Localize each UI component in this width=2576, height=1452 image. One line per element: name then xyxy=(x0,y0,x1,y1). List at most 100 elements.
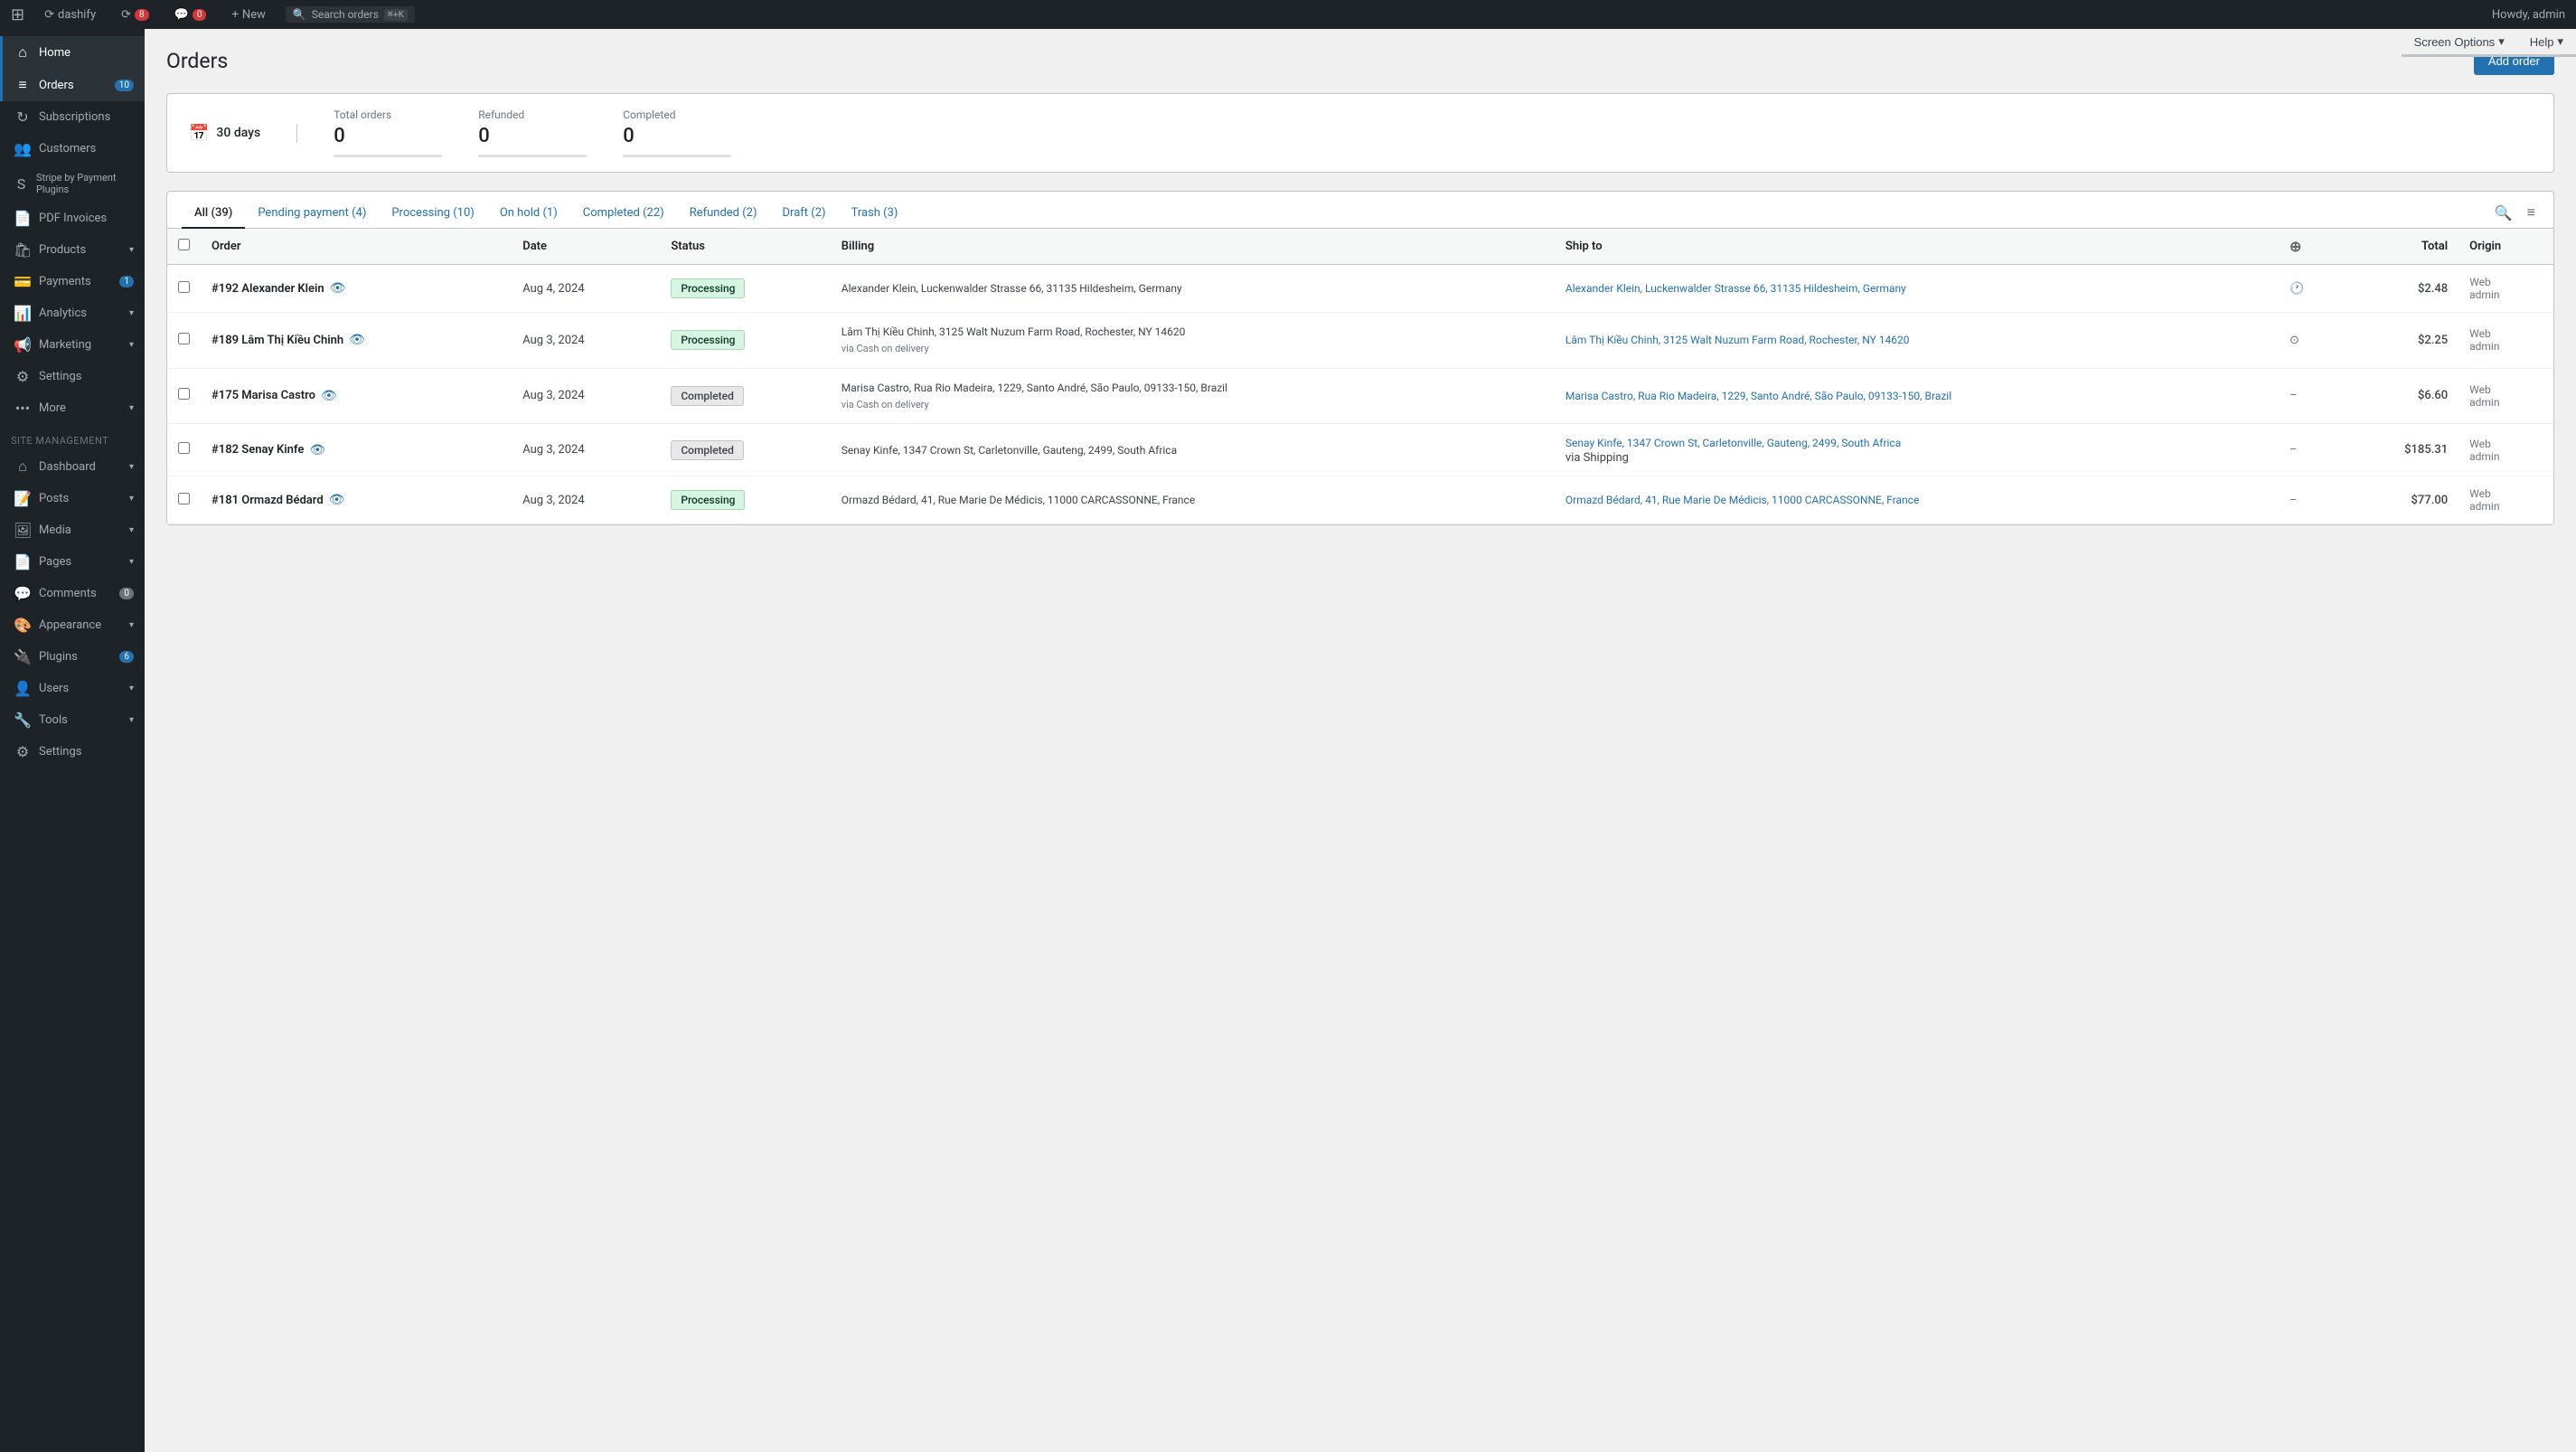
sidebar: ⌂ Home ≡ Orders 10 ↻ Subscriptions 👥 Cus… xyxy=(0,29,145,1452)
search-orders-bar[interactable]: 🔍 Search orders ⌘+K xyxy=(286,6,415,23)
new-content-link[interactable]: + New xyxy=(226,0,270,29)
ship-to-link[interactable]: Marisa Castro, Rua Rio Madeira, 1229, Sa… xyxy=(1565,388,2268,404)
users-arrow: ▾ xyxy=(129,684,134,693)
sidebar-item-comments[interactable]: 💬 Comments 0 xyxy=(0,578,145,609)
settings2-icon: ⚙ xyxy=(14,743,32,760)
sidebar-item-pages[interactable]: 📄 Pages ▾ xyxy=(0,546,145,578)
sidebar-item-analytics[interactable]: 📊 Analytics ▾ xyxy=(0,297,145,329)
tab-actions: 🔍 ≡ xyxy=(2491,201,2539,226)
billing-cell: Lâm Thị Kiều Chinh, 3125 Walt Nuzum Farm… xyxy=(831,313,1555,369)
comments-icon: 💬 xyxy=(174,8,189,22)
date-col-header: Date xyxy=(512,229,660,265)
row-checkbox[interactable] xyxy=(178,333,190,344)
calendar-icon: 📅 xyxy=(189,124,209,143)
view-order-icon: 👁 xyxy=(330,281,346,296)
order-link[interactable]: #182 Senay Kinfe 👁 xyxy=(212,443,501,457)
sidebar-item-subscriptions[interactable]: ↻ Subscriptions xyxy=(0,101,145,133)
subscriptions-icon: ↻ xyxy=(14,108,32,126)
sidebar-item-users[interactable]: 👤 Users ▾ xyxy=(0,673,145,704)
sidebar-item-stripe[interactable]: S Stripe by Payment Plugins xyxy=(0,165,145,203)
dash-icon: – xyxy=(2289,494,2298,507)
comments-link[interactable]: 💬 0 xyxy=(169,0,212,29)
site-name-link[interactable]: ⟳ dashify xyxy=(39,0,101,29)
ship-to-link[interactable]: Lâm Thị Kiều Chinh, 3125 Walt Nuzum Farm… xyxy=(1565,332,2268,348)
sidebar-item-settings[interactable]: ⚙ Settings xyxy=(0,361,145,392)
row-checkbox[interactable] xyxy=(178,493,190,504)
ship-to-link[interactable]: Alexander Klein, Luckenwalder Strasse 66… xyxy=(1565,280,2268,297)
products-icon: 🛍 xyxy=(14,241,32,259)
order-link[interactable]: #175 Marisa Castro 👁 xyxy=(212,389,501,403)
tools-arrow: ▾ xyxy=(129,715,134,725)
sidebar-item-pdf-invoices[interactable]: 📄 PDF Invoices xyxy=(0,203,145,234)
more-arrow: ▾ xyxy=(129,403,134,413)
row-checkbox[interactable] xyxy=(178,388,190,400)
ship-to-link[interactable]: Senay Kinfe, 1347 Crown St, Carletonvill… xyxy=(1565,435,2268,451)
shipto-cell: Lâm Thị Kiều Chinh, 3125 Walt Nuzum Farm… xyxy=(1555,313,2279,369)
filter-options-button[interactable]: ≡ xyxy=(2524,201,2539,226)
sidebar-item-more[interactable]: ••• More ▾ xyxy=(0,392,145,424)
plugins-icon: 🔌 xyxy=(14,648,32,665)
origin-cell: Web admin xyxy=(2458,368,2553,424)
order-col-header: Order xyxy=(201,229,512,265)
sidebar-item-media[interactable]: 🖼 Media ▾ xyxy=(0,514,145,546)
ship-to-link[interactable]: Ormazd Bédard, 41, Rue Marie De Médicis,… xyxy=(1565,492,2268,508)
sidebar-item-dashboard[interactable]: ⌂ Dashboard ▾ xyxy=(0,450,145,483)
tab-processing[interactable]: Processing (10) xyxy=(379,199,486,229)
row-checkbox-cell xyxy=(167,265,201,313)
date-range[interactable]: 📅 30 days xyxy=(189,124,297,143)
help-button[interactable]: Help ▾ xyxy=(2517,29,2576,57)
updates-icon: ⟳ xyxy=(121,8,131,22)
sidebar-item-products[interactable]: 🛍 Products ▾ xyxy=(0,234,145,266)
chevron-down-icon: ▾ xyxy=(2557,34,2563,49)
tab-all[interactable]: All (39) xyxy=(182,199,245,229)
column-settings-icon[interactable]: ⊕ xyxy=(2289,238,2301,255)
pages-icon: 📄 xyxy=(14,553,32,570)
page-title: Orders xyxy=(166,49,228,73)
order-link[interactable]: #189 Lâm Thị Kiều Chinh 👁 xyxy=(212,333,501,347)
sidebar-item-payments[interactable]: 💳 Payments 1 xyxy=(0,266,145,297)
screen-options-button[interactable]: Screen Options ▾ xyxy=(2402,29,2517,57)
dashboard-arrow: ▾ xyxy=(129,462,134,472)
tab-trash[interactable]: Trash (3) xyxy=(839,199,911,229)
updates-link[interactable]: ⟳ 8 xyxy=(116,0,155,29)
tab-completed[interactable]: Completed (22) xyxy=(570,199,677,229)
tools-icon: 🔧 xyxy=(14,712,32,729)
table-row: #181 Ormazd Bédard 👁 Aug 3, 2024 Process… xyxy=(167,476,2553,524)
origin-cell: Web admin xyxy=(2458,265,2553,313)
filter-tabs: All (39) Pending payment (4) Processing … xyxy=(166,191,2554,228)
shipto-col-header: Ship to xyxy=(1555,229,2279,265)
tab-draft[interactable]: Draft (2) xyxy=(770,199,839,229)
row-checkbox[interactable] xyxy=(178,442,190,454)
row-actions-cell: – xyxy=(2279,476,2343,524)
sidebar-item-orders[interactable]: ≡ Orders 10 xyxy=(0,69,145,101)
date-cell: Aug 3, 2024 xyxy=(512,368,660,424)
tab-pending[interactable]: Pending payment (4) xyxy=(245,199,379,229)
stats-bar: 📅 30 days Total orders 0 Refunded 0 Comp… xyxy=(166,93,2554,173)
billing-cell: Marisa Castro, Rua Rio Madeira, 1229, Sa… xyxy=(831,368,1555,424)
view-order-icon: 👁 xyxy=(309,443,325,457)
total-cell: $2.25 xyxy=(2343,313,2458,369)
table-row: #192 Alexander Klein 👁 Aug 4, 2024 Proce… xyxy=(167,265,2553,313)
view-order-icon: 👁 xyxy=(349,333,365,347)
tab-onhold[interactable]: On hold (1) xyxy=(487,199,570,229)
sidebar-item-home[interactable]: ⌂ Home xyxy=(0,36,145,69)
search-orders-button[interactable]: 🔍 xyxy=(2491,201,2516,226)
sidebar-item-posts[interactable]: 📝 Posts ▾ xyxy=(0,483,145,514)
order-link[interactable]: #181 Ormazd Bédard 👁 xyxy=(212,493,501,507)
tab-refunded[interactable]: Refunded (2) xyxy=(677,199,770,229)
row-checkbox-cell xyxy=(167,424,201,476)
sidebar-item-plugins[interactable]: 🔌 Plugins 6 xyxy=(0,641,145,673)
admin-bar: ⊞ ⟳ dashify ⟳ 8 💬 0 + New 🔍 Search order… xyxy=(0,0,2576,29)
sidebar-item-tools[interactable]: 🔧 Tools ▾ xyxy=(0,704,145,736)
select-all-checkbox[interactable] xyxy=(178,239,190,250)
refunded-stat: Refunded 0 xyxy=(478,108,587,157)
sidebar-item-settings2[interactable]: ⚙ Settings xyxy=(0,736,145,768)
sidebar-item-customers[interactable]: 👥 Customers xyxy=(0,133,145,165)
sidebar-item-marketing[interactable]: 📢 Marketing ▾ xyxy=(0,329,145,361)
order-link[interactable]: #192 Alexander Klein 👁 xyxy=(212,281,501,296)
appearance-icon: 🎨 xyxy=(14,617,32,634)
status-badge: Processing xyxy=(671,278,745,298)
total-cell: $77.00 xyxy=(2343,476,2458,524)
row-checkbox[interactable] xyxy=(178,281,190,293)
sidebar-item-appearance[interactable]: 🎨 Appearance ▾ xyxy=(0,609,145,641)
